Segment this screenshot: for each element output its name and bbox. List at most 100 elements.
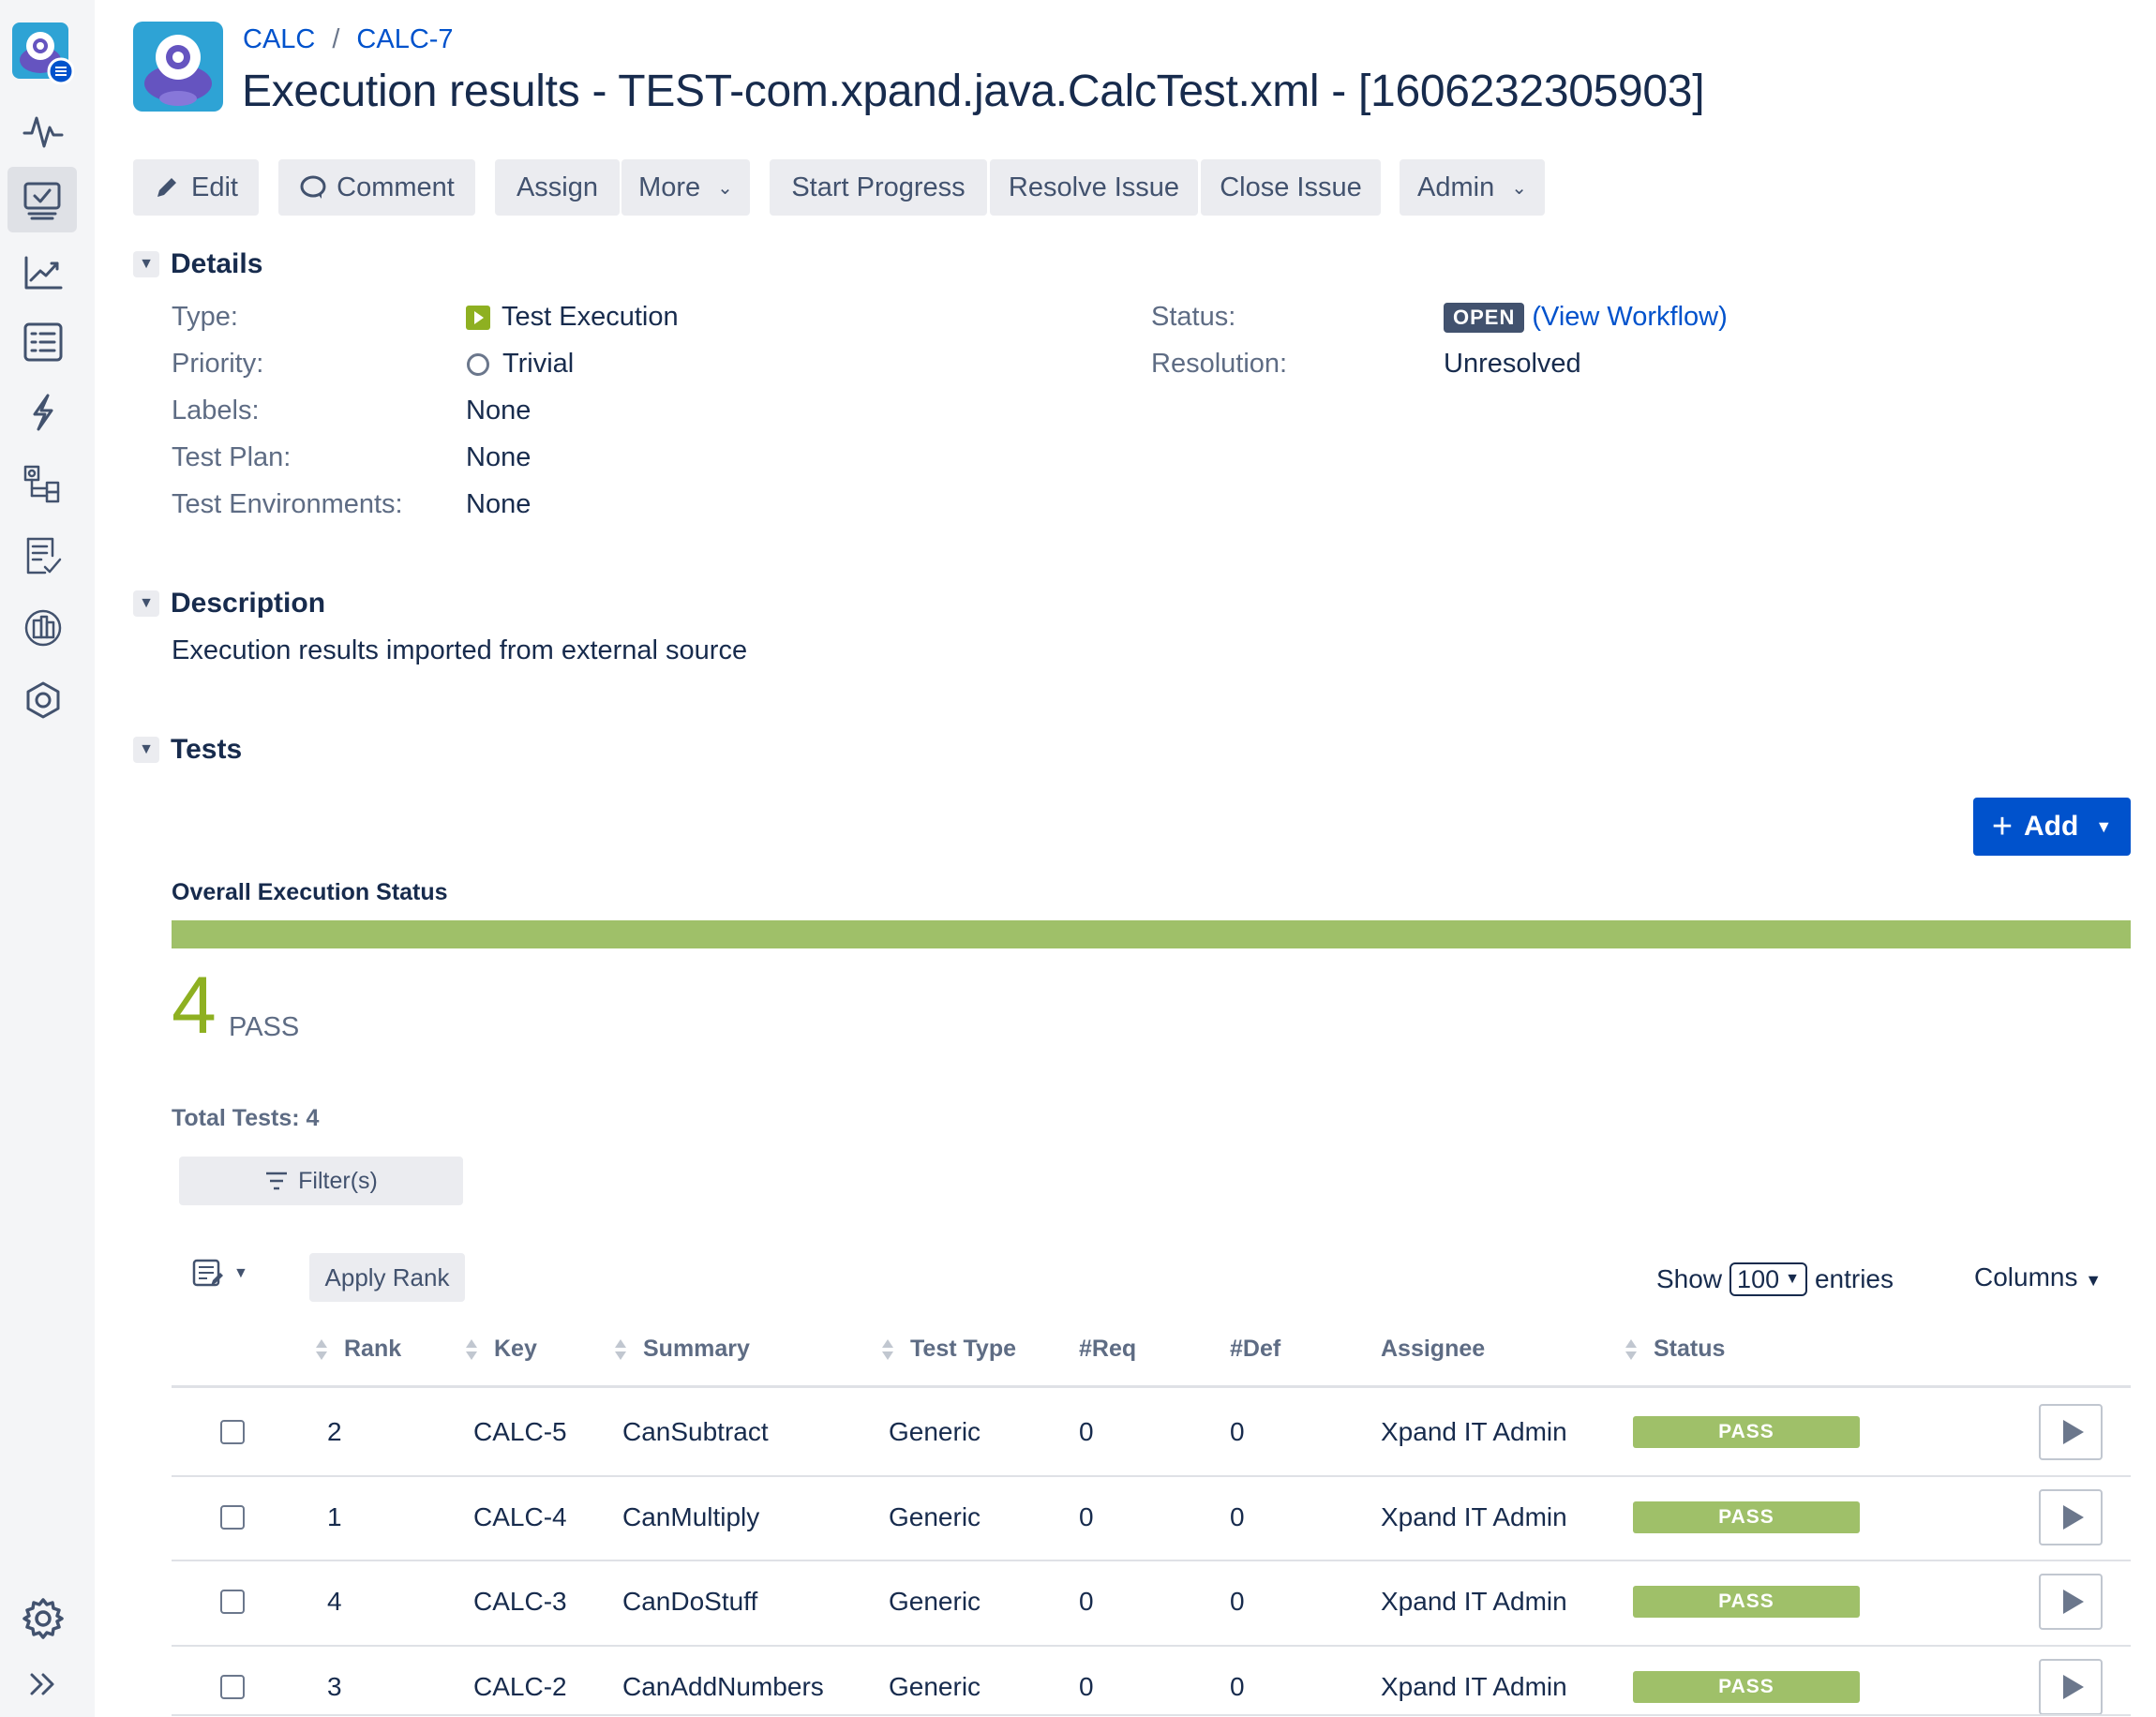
test-list-icon[interactable] [0,309,86,375]
app-logo-icon[interactable] [0,21,86,86]
filters-label: Filter(s) [298,1167,378,1194]
apply-rank-button[interactable]: Apply Rank [309,1253,465,1302]
resolve-issue-button[interactable]: Resolve Issue [990,159,1198,216]
req-count-cell: 0 [1079,1672,1094,1701]
run-test-button[interactable] [2039,1404,2103,1460]
labels-label: Labels: [172,396,260,426]
assign-button[interactable]: Assign [495,159,620,216]
type-value-text: Test Execution [502,302,679,332]
board-icon[interactable] [7,167,77,232]
row-checkbox[interactable] [220,1590,245,1614]
row-checkbox[interactable] [220,1675,245,1699]
breadcrumb: CALC / CALC-7 [243,24,454,55]
repository-icon[interactable] [0,595,86,661]
settings-icon[interactable] [0,1586,86,1651]
start-progress-button[interactable]: Start Progress [770,159,987,216]
test-type-cell: Generic [889,1672,981,1701]
description-text: Execution results imported from external… [172,635,748,665]
tests-section-header[interactable]: ▼ Tests [133,734,242,766]
column-header-rank[interactable]: Rank [316,1336,401,1363]
test-summary-link[interactable]: CanMultiply [622,1475,759,1560]
status-badge: PASS [1633,1586,1860,1618]
entries-select[interactable]: 100 ▼ [1729,1262,1807,1296]
view-workflow-link[interactable]: View Workflow [1541,302,1718,333]
test-summary-link[interactable]: CanDoStuff [622,1560,757,1644]
test-summary-link[interactable]: CanSubtract [622,1390,769,1474]
total-tests: Total Tests: 4 [172,1105,320,1131]
details-section-header[interactable]: ▼ Details [133,248,262,280]
status-value: OPEN (View Workflow) [1444,302,1728,333]
plus-icon: + [1991,806,2014,846]
row-checkbox[interactable] [220,1505,245,1530]
table-row: 2 CALC-5 CanSubtract Generic 0 0 Xpand I… [172,1390,2131,1474]
add-button[interactable]: + Add ▼ [1973,798,2131,856]
chevron-down-icon: ⌄ [1511,177,1527,199]
edit-button[interactable]: Edit [133,159,259,216]
breadcrumb-project[interactable]: CALC [243,24,315,55]
column-header-def: #Def [1230,1336,1281,1362]
entries-select-value: 100 [1737,1264,1780,1293]
row-checkbox[interactable] [220,1420,245,1444]
run-test-button[interactable] [2039,1659,2103,1715]
def-count-cell: 0 [1230,1672,1245,1701]
labels-value: None [466,396,532,426]
comment-label: Comment [337,172,455,202]
hexagon-icon[interactable] [0,667,86,733]
edit-label: Edit [191,172,238,202]
test-key-link[interactable]: CALC-3 [473,1560,567,1644]
filters-button[interactable]: Filter(s) [179,1157,463,1205]
activity-icon[interactable] [0,98,86,164]
assignee-link[interactable]: Xpand IT Admin [1381,1645,1567,1717]
priority-value: Trivial [467,349,574,380]
assignee-link[interactable]: Xpand IT Admin [1381,1475,1567,1560]
test-key-link[interactable]: CALC-2 [473,1645,567,1717]
status-badge: PASS [1633,1501,1860,1533]
req-count-cell: 0 [1079,1417,1094,1446]
priority-value-text: Trivial [502,349,575,379]
description-section-header[interactable]: ▼ Description [133,588,325,620]
reports-icon[interactable] [0,239,86,305]
collapse-chevron-icon[interactable]: ▼ [133,590,159,617]
test-environments-value: None [466,489,532,519]
tests-heading: Tests [171,734,243,765]
test-key-link[interactable]: CALC-5 [473,1390,567,1474]
run-test-button[interactable] [2039,1574,2103,1630]
column-header-summary[interactable]: Summary [615,1336,750,1363]
column-header-test-type[interactable]: Test Type [882,1336,1016,1363]
columns-dropdown[interactable]: Columns ▼ [1974,1262,2102,1292]
column-header-status[interactable]: Status [1625,1336,1725,1363]
filter-icon [266,1172,288,1190]
test-key-link[interactable]: CALC-4 [473,1475,567,1560]
test-type-cell: Generic [889,1587,981,1616]
run-test-button[interactable] [2039,1489,2103,1545]
comment-button[interactable]: Comment [278,159,475,216]
expand-icon[interactable] [0,1651,86,1717]
close-issue-button[interactable]: Close Issue [1201,159,1381,216]
list-edit-icon [192,1259,223,1287]
entries-selector: Show 100 ▼ entries [1656,1262,1894,1296]
bulk-actions-menu[interactable]: ▼ [192,1258,248,1290]
column-header-rank-label: Rank [344,1336,402,1362]
assign-label: Assign [516,172,599,202]
admin-button[interactable]: Admin ⌄ [1400,159,1545,216]
collapse-chevron-icon[interactable]: ▼ [133,251,159,277]
table-row: 1 CALC-4 CanMultiply Generic 0 0 Xpand I… [172,1475,2131,1560]
breadcrumb-issue[interactable]: CALC-7 [356,24,453,55]
components-icon[interactable] [0,452,86,517]
collapse-chevron-icon[interactable]: ▼ [133,737,159,763]
status-badge: PASS [1633,1671,1860,1703]
def-count-cell: 0 [1230,1417,1245,1446]
bolt-icon[interactable] [0,380,86,445]
status-label: Status: [1151,302,1236,332]
assignee-link[interactable]: Xpand IT Admin [1381,1390,1567,1474]
sort-icon [882,1337,893,1362]
left-sidebar [0,0,95,1717]
assignee-link[interactable]: Xpand IT Admin [1381,1560,1567,1644]
checklist-icon[interactable] [0,523,86,589]
column-header-key[interactable]: Key [466,1336,537,1363]
more-button[interactable]: More ⌄ [621,159,750,216]
start-progress-label: Start Progress [791,172,966,202]
test-summary-link[interactable]: CanAddNumbers [622,1645,824,1717]
test-plan-label: Test Plan: [172,442,292,472]
comment-icon [300,175,326,199]
